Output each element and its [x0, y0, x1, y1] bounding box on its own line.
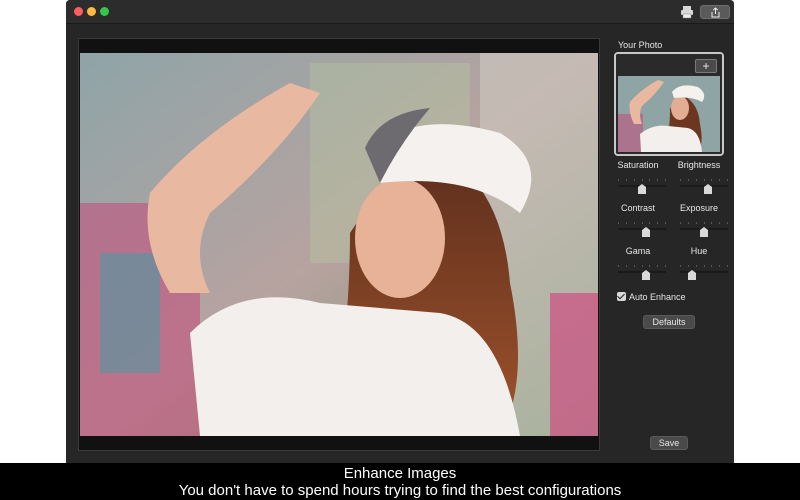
slider-tick	[727, 179, 728, 181]
slider-tick	[657, 222, 658, 224]
slider-tick	[649, 179, 650, 181]
auto-enhance-label: Auto Enhance	[629, 292, 686, 302]
slider-tick	[665, 179, 666, 181]
save-button[interactable]: Save	[650, 436, 688, 450]
slider-tick	[719, 222, 720, 224]
slider-tick	[626, 265, 627, 267]
slider-tick	[680, 265, 681, 267]
slider-tick	[626, 222, 627, 224]
brightness-label: Brightness	[677, 160, 721, 170]
slider-thumb[interactable]	[704, 181, 712, 194]
panel-title: Your Photo	[618, 40, 663, 50]
slider-tick	[665, 265, 666, 267]
slider-thumb[interactable]	[642, 224, 650, 237]
slider-tick	[680, 222, 681, 224]
slider-tick	[634, 222, 635, 224]
caption-title: Enhance Images	[343, 465, 457, 482]
slider-tick	[727, 222, 728, 224]
minimize-window-button[interactable]	[87, 7, 96, 16]
slider-tick	[665, 222, 666, 224]
auto-enhance-checkbox[interactable]	[617, 292, 626, 301]
hue-slider[interactable]	[680, 265, 728, 280]
slider-tick	[719, 179, 720, 181]
slider-tick	[618, 265, 619, 267]
gama-label: Gama	[625, 246, 651, 256]
slider-tick	[634, 265, 635, 267]
slider-tick	[618, 179, 619, 181]
slider-thumb[interactable]	[642, 267, 650, 280]
close-window-button[interactable]	[74, 7, 83, 16]
slider-tick	[696, 222, 697, 224]
slider-tick	[719, 265, 720, 267]
slider-tick	[657, 179, 658, 181]
slider-tick	[626, 179, 627, 181]
slider-tick	[704, 265, 705, 267]
caption-subtitle: You don't have to spend hours trying to …	[178, 482, 622, 499]
app-window: Your Photo + Saturation Brightness Contr…	[66, 0, 734, 463]
slider-thumb[interactable]	[700, 224, 708, 237]
printer-icon[interactable]	[680, 5, 694, 19]
share-icon	[711, 7, 720, 18]
slider-tick	[696, 265, 697, 267]
add-photo-button[interactable]: +	[695, 59, 717, 73]
saturation-label: Saturation	[617, 160, 659, 170]
contrast-slider[interactable]	[618, 222, 666, 237]
slider-tick	[618, 222, 619, 224]
defaults-button[interactable]: Defaults	[643, 315, 695, 329]
main-photo	[80, 53, 598, 436]
photo-thumbnail[interactable]: +	[614, 52, 724, 156]
gama-slider[interactable]	[618, 265, 666, 280]
zoom-window-button[interactable]	[100, 7, 109, 16]
slider-tick	[634, 179, 635, 181]
exposure-label: Exposure	[679, 203, 719, 213]
auto-enhance-option[interactable]: Auto Enhance	[617, 292, 686, 302]
slider-tick	[711, 265, 712, 267]
slider-tick	[657, 265, 658, 267]
photo-canvas	[78, 38, 600, 451]
brightness-slider[interactable]	[680, 179, 728, 194]
exposure-slider[interactable]	[680, 222, 728, 237]
slider-tick	[688, 222, 689, 224]
title-bar	[66, 0, 734, 24]
saturation-slider[interactable]	[618, 179, 666, 194]
slider-tick	[711, 222, 712, 224]
slider-tick	[688, 179, 689, 181]
slider-tick	[696, 179, 697, 181]
slider-thumb[interactable]	[688, 267, 696, 280]
slider-tick	[727, 265, 728, 267]
slider-tick	[680, 179, 681, 181]
contrast-label: Contrast	[620, 203, 655, 213]
share-button[interactable]	[700, 5, 730, 19]
slider-thumb[interactable]	[638, 181, 646, 194]
hue-label: Hue	[690, 246, 708, 256]
caption-bar: Enhance Images You don't have to spend h…	[0, 463, 800, 500]
